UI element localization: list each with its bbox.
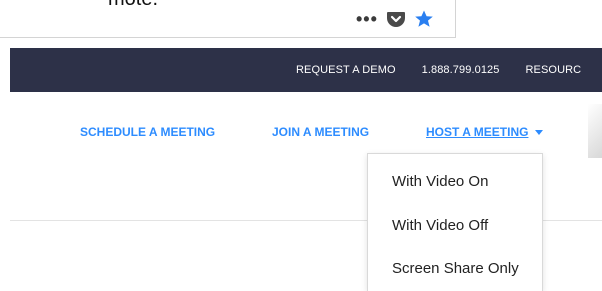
join-meeting-link[interactable]: JOIN A MEETING: [272, 125, 369, 139]
host-meeting-label: HOST A MEETING: [426, 125, 529, 139]
browser-toolbar: mote. •••: [0, 0, 602, 42]
pocket-icon[interactable]: [386, 10, 406, 28]
request-demo-link[interactable]: REQUEST A DEMO: [296, 64, 396, 76]
utility-links: REQUEST A DEMO 1.888.799.0125 RESOURC: [296, 48, 581, 92]
caret-down-icon: [535, 129, 544, 135]
host-meeting-dropdown: With Video On With Video Off Screen Shar…: [367, 153, 543, 291]
cut-off-text: mote.: [108, 0, 158, 11]
browser-action-icons: •••: [356, 8, 434, 30]
dropdown-item-video-off[interactable]: With Video Off: [392, 217, 488, 234]
dropdown-item-video-on[interactable]: With Video On: [392, 173, 488, 190]
schedule-meeting-link[interactable]: SCHEDULE A MEETING: [80, 125, 215, 139]
top-utility-bar: REQUEST A DEMO 1.888.799.0125 RESOURC: [10, 48, 602, 92]
main-navigation: SCHEDULE A MEETING JOIN A MEETING HOST A…: [0, 117, 602, 147]
phone-number-link[interactable]: 1.888.799.0125: [422, 64, 500, 76]
page: mote. ••• REQUEST A DEMO 1.888.799.0125 …: [0, 0, 602, 291]
star-icon[interactable]: [414, 9, 434, 29]
host-meeting-menu[interactable]: HOST A MEETING: [426, 125, 544, 139]
dropdown-item-screen-share[interactable]: Screen Share Only: [392, 260, 519, 277]
partial-image: [588, 104, 602, 158]
resources-link[interactable]: RESOURC: [526, 64, 582, 76]
ellipsis-icon[interactable]: •••: [356, 10, 378, 28]
